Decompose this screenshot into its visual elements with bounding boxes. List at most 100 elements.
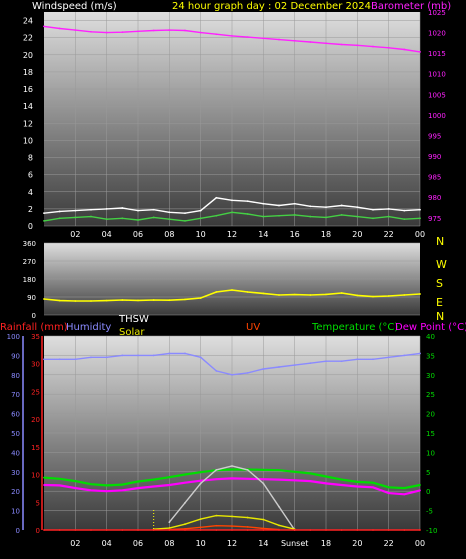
x-tick-label: 22: [384, 539, 394, 548]
rainfall-mm-point: [278, 529, 280, 531]
rainfall-mm-point: [246, 529, 249, 531]
weather-graph: Windspeed (m/s) 24 hour graph day : 02 D…: [0, 0, 466, 555]
windspeed-average-point: [309, 215, 312, 218]
rainfall-mm-point: [403, 529, 406, 531]
temperature-c-point: [199, 471, 202, 474]
temperature-c-point: [372, 481, 374, 484]
y-right-tick-label: 10: [426, 449, 435, 457]
windspeed-gust-point: [246, 200, 249, 203]
solar-point: [215, 514, 218, 517]
windspeed-gust-point: [293, 202, 296, 205]
y-left-tick-label: 8: [28, 154, 33, 163]
y-tick-label: 0: [32, 312, 36, 320]
windspeed-average-point: [74, 216, 77, 219]
windspeed-average-point: [387, 215, 390, 218]
y-right-tick-label: 985: [428, 174, 441, 182]
temperature-c-point: [184, 473, 186, 476]
temperature-c-point: [293, 470, 296, 473]
humidity-point: [325, 360, 327, 363]
windspeed-gust-point: [278, 204, 280, 207]
windspeed-gust-point: [403, 209, 406, 212]
windspeed-average-point: [58, 217, 61, 220]
rainfall-tick-label: 10: [31, 472, 40, 480]
y-right-tick-label: 995: [428, 132, 441, 140]
temperature-c-point: [403, 487, 406, 489]
humidity-point: [90, 356, 92, 359]
x-tick-label: 00: [415, 539, 425, 548]
rainfall-tick-label: 15: [31, 444, 40, 452]
barometer-mb-point: [262, 37, 265, 40]
temperature-legend: Temperature (°C): [311, 322, 398, 333]
y-right-tick-label: 15: [426, 430, 435, 438]
windspeed-gust-point: [90, 208, 92, 211]
wind-direction-point: [58, 299, 61, 302]
temperature-c-point: [137, 480, 139, 483]
rainfall-tick-label: 35: [31, 333, 40, 341]
y-left-tick-label: 14: [23, 102, 33, 111]
wind-direction-point: [105, 299, 108, 302]
y-tick-label: 90: [27, 294, 36, 302]
windspeed-average-point: [121, 217, 124, 220]
wind-direction-point: [137, 299, 139, 302]
rainfall-mm-point: [168, 529, 171, 531]
wind-direction-point: [403, 294, 406, 296]
barometer-mb-point: [121, 31, 124, 34]
barometer-mb-point: [246, 36, 249, 39]
rainfall-mm-point: [340, 529, 343, 531]
humidity-tick-label: 50: [11, 430, 20, 438]
temperature-c-point: [121, 483, 124, 486]
rainfall-mm-point: [58, 529, 61, 531]
uv-point: [231, 525, 233, 528]
x-tick-label: 02: [70, 539, 80, 548]
humidity-tick-label: 90: [11, 352, 20, 360]
dew-point-c-point: [74, 487, 77, 489]
thsw-point: [215, 468, 218, 471]
wind-direction-point: [90, 300, 92, 302]
y-left-tick-label: 22: [23, 34, 33, 43]
windspeed-average-point: [168, 218, 171, 221]
rainfall-mm-point: [199, 529, 202, 531]
humidity-point: [340, 360, 343, 363]
y-left-tick-label: 0: [28, 222, 33, 231]
thsw-point: [168, 521, 171, 524]
barometer-mb-point: [184, 29, 186, 32]
windspeed-gust-point: [152, 208, 155, 211]
dew-point-c-point: [43, 484, 45, 486]
dew-point-c-point: [199, 479, 202, 482]
y-right-tick-label: -10: [426, 527, 437, 535]
humidity-tick-label: 10: [11, 508, 20, 516]
thsw-legend: THSW: [118, 314, 149, 325]
y-tick-label: 270: [23, 258, 36, 266]
humidity-point: [121, 354, 124, 357]
dew-point-c-point: [246, 477, 249, 480]
dew-point-c-point: [325, 482, 327, 485]
humidity-point: [231, 373, 233, 376]
dew-point-c-point: [309, 480, 312, 483]
dew-point-c-point: [105, 490, 108, 493]
rainfall-legend: Rainfall (mm): [0, 322, 68, 333]
windspeed-average-point: [356, 215, 359, 218]
dew-point-c-point: [152, 485, 155, 488]
windspeed-average-point: [293, 213, 296, 216]
humidity-point: [168, 352, 171, 355]
humidity-tick-label: 100: [7, 333, 20, 341]
windspeed-gust-point: [340, 204, 343, 207]
barometer-mb-point: [137, 30, 139, 33]
thsw-point: [199, 482, 202, 485]
rainfall-mm-point: [105, 529, 108, 531]
rainfall-tick-label: 5: [36, 499, 40, 507]
windspeed-gust-point: [356, 206, 359, 209]
windspeed-average-point: [215, 214, 218, 217]
windspeed-gust-point: [372, 208, 374, 211]
windspeed-average-point: [246, 213, 249, 215]
y-right-tick-label: 990: [428, 153, 441, 161]
temperature-c-point: [90, 483, 92, 486]
humidity-point: [152, 354, 155, 357]
x-tick-label: 08: [164, 539, 174, 548]
dew-point-c-point: [340, 484, 343, 486]
barometer-mb-point: [293, 39, 296, 42]
x-tick-label: 06: [133, 539, 143, 548]
humidity-point: [356, 358, 359, 361]
dew-point-c-point: [121, 489, 124, 492]
humidity-point: [246, 371, 249, 374]
